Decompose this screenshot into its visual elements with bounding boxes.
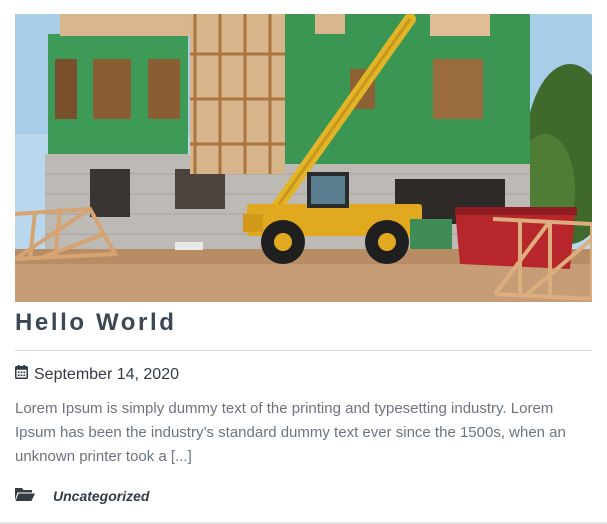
category-link[interactable]: Uncategorized [53,488,149,504]
calendar-icon [15,365,28,384]
post-excerpt: Lorem Ipsum is simply dummy text of the … [15,400,566,465]
construction-site-photo [15,14,592,302]
post-date-text[interactable]: September 14, 2020 [34,366,179,384]
post-date: September 14, 2020 [15,365,179,384]
post-title[interactable]: Hello World [15,309,177,337]
featured-image[interactable] [15,14,592,302]
title-divider [15,350,592,351]
post-category: Uncategorized [15,486,149,505]
folder-open-icon [15,486,35,505]
post-card: Hello World September 14, 2020 Lorem Ips… [0,0,607,524]
